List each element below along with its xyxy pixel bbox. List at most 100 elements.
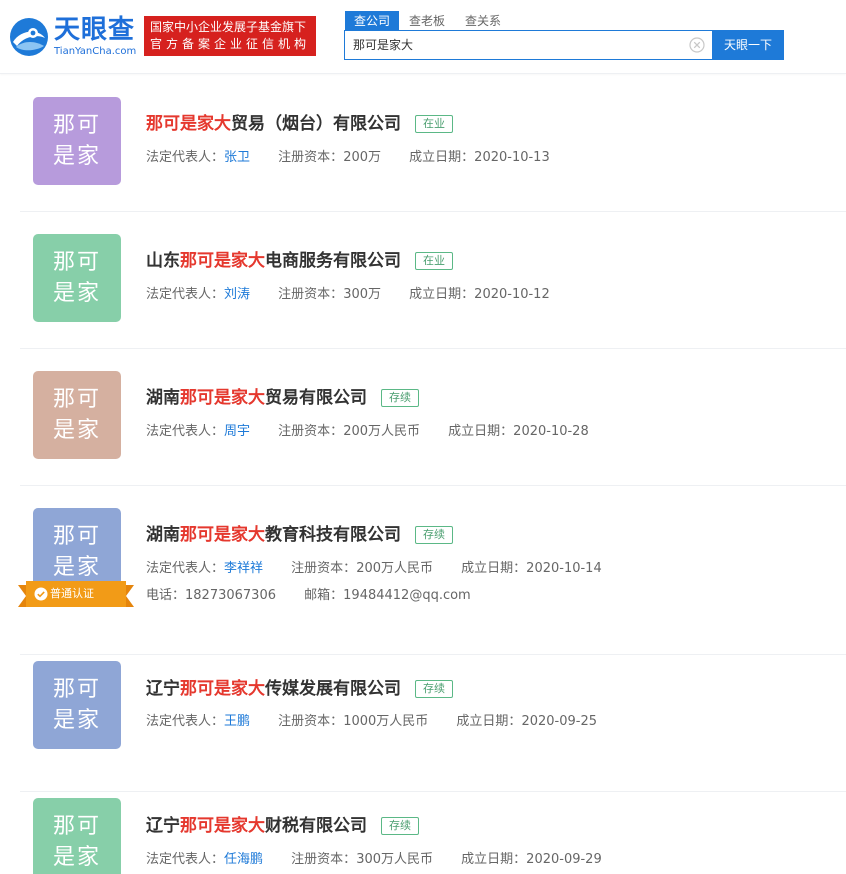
name-prefix: 湖南 [146,525,180,545]
avatar-text-line2: 是家 [52,144,101,169]
founded-field: 成立日期：2020-10-14 [461,561,602,576]
founded-field: 成立日期：2020-09-25 [456,714,597,729]
capital-label: 注册资本： [278,287,344,302]
founded-field: 成立日期：2020-10-28 [448,424,589,439]
legal-rep-label: 法定代表人： [146,561,225,576]
company-name-link[interactable]: 那可是家大贸易（烟台）有限公司 在业 [146,112,453,136]
status-badge: 在业 [415,115,453,133]
company-avatar[interactable]: 那可 是家 [33,798,121,874]
phone-value[interactable]: 18273067306 [185,588,276,603]
founded-field: 成立日期：2020-10-13 [409,150,550,165]
search-button[interactable]: 天眼一下 [712,30,784,60]
gov-badge-line1: 国家中小企业发展子基金旗下 [150,20,307,34]
tianyancha-logo[interactable]: 天眼查 TianYanCha.com [8,12,136,62]
founded-label: 成立日期： [409,150,475,165]
legal-rep-label: 法定代表人： [146,714,225,729]
avatar-text-line2: 是家 [52,708,101,733]
capital-field: 注册资本：300万人民币 [291,852,433,867]
avatar-text-line2: 是家 [52,281,101,306]
gov-badge-line2: 官方备案企业征信机构 [150,37,311,51]
name-suffix: 传媒发展有限公司 [265,679,401,699]
avatar-text-line1: 那可 [52,250,101,275]
info-row: 法定代表人：任海鹏 注册资本：300万人民币 成立日期：2020-09-29 [146,851,626,869]
clear-icon[interactable] [689,37,705,53]
ribbon-tail-right [126,585,134,607]
legal-rep-label: 法定代表人： [146,287,225,302]
legal-rep-field: 法定代表人：刘涛 [146,287,250,302]
logo-domain: TianYanCha.com [54,46,137,57]
name-highlight: 那可是家大 [180,679,265,699]
name-highlight: 那可是家大 [180,388,265,408]
name-highlight: 那可是家大 [146,114,231,134]
name-prefix: 湖南 [146,388,180,408]
legal-rep-field: 法定代表人：王鹏 [146,714,250,729]
info-row: 法定代表人：刘涛 注册资本：300万 成立日期：2020-10-12 [146,286,574,304]
capital-field: 注册资本：200万人民币 [278,424,420,439]
founded-label: 成立日期： [461,561,527,576]
avatar-text-line1: 那可 [52,113,101,138]
capital-field: 注册资本：300万 [278,287,381,302]
capital-value: 200万 [343,150,382,165]
legal-rep-link[interactable]: 李祥祥 [224,561,263,576]
result-item: 那可 是家 辽宁那可是家大财税有限公司 存续 法定代表人：任海鹏 注册资本：300… [20,775,846,874]
legal-rep-field: 法定代表人：张卫 [146,150,250,165]
company-name-link[interactable]: 湖南那可是家大贸易有限公司 存续 [146,386,419,410]
company-avatar[interactable]: 那可 是家 [33,97,121,185]
avatar-text-line1: 那可 [52,814,101,839]
legal-rep-link[interactable]: 周宇 [224,424,250,439]
avatar-text-line1: 那可 [52,524,101,549]
founded-value: 2020-10-12 [474,287,550,302]
tab-boss[interactable]: 查老板 [399,11,455,31]
founded-value: 2020-10-28 [513,424,589,439]
legal-rep-field: 法定代表人：周宇 [146,424,250,439]
founded-field: 成立日期：2020-10-12 [409,287,550,302]
founded-label: 成立日期： [461,852,527,867]
capital-label: 注册资本： [291,561,357,576]
gov-badge: 国家中小企业发展子基金旗下 官方备案企业征信机构 [144,16,316,56]
founded-value: 2020-09-25 [521,714,597,729]
contact-row: 电话：18273067306 邮箱：19484412@qq.com [146,587,495,605]
name-suffix: 贸易有限公司 [265,388,367,408]
company-name-link[interactable]: 辽宁那可是家大财税有限公司 存续 [146,814,419,838]
name-prefix: 辽宁 [146,816,180,836]
legal-rep-label: 法定代表人： [146,150,225,165]
result-item: 那可 是家 湖南那可是家大贸易有限公司 存续 法定代表人：周宇 注册资本：200万… [20,348,846,486]
name-suffix: 财税有限公司 [265,816,367,836]
company-name-link[interactable]: 湖南那可是家大教育科技有限公司 存续 [146,523,453,547]
info-row: 法定代表人：王鹏 注册资本：1000万人民币 成立日期：2020-09-25 [146,713,621,731]
certification-badge: 普通认证 [18,581,134,607]
name-suffix: 电商服务有限公司 [265,251,401,271]
company-avatar[interactable]: 那可 是家 [33,661,121,749]
status-badge: 存续 [415,680,453,698]
founded-value: 2020-10-14 [526,561,602,576]
status-badge: 存续 [381,389,419,407]
capital-label: 注册资本： [278,424,344,439]
phone-label: 电话： [146,588,186,603]
search-tabs: 查公司 查老板 查关系 [345,11,511,31]
legal-rep-field: 法定代表人：李祥祥 [146,561,263,576]
legal-rep-link[interactable]: 张卫 [224,150,250,165]
name-prefix: 山东 [146,251,180,271]
name-suffix: 教育科技有限公司 [265,525,401,545]
legal-rep-link[interactable]: 任海鹏 [224,852,263,867]
legal-rep-link[interactable]: 王鹏 [224,714,250,729]
email-value[interactable]: 19484412@qq.com [343,588,471,603]
search-input[interactable]: 那可是家大 [344,30,714,60]
name-prefix: 辽宁 [146,679,180,699]
company-avatar[interactable]: 那可 是家 [33,371,121,459]
check-circle-icon [34,587,48,601]
company-name-link[interactable]: 山东那可是家大电商服务有限公司 在业 [146,249,453,273]
result-item: 那可 是家 辽宁那可是家大传媒发展有限公司 存续 法定代表人：王鹏 注册资本：10… [20,654,846,792]
capital-value: 1000万人民币 [343,714,429,729]
name-highlight: 那可是家大 [180,251,265,271]
tab-company[interactable]: 查公司 [345,11,400,31]
legal-rep-link[interactable]: 刘涛 [224,287,250,302]
company-name-link[interactable]: 辽宁那可是家大传媒发展有限公司 存续 [146,677,453,701]
tab-relation[interactable]: 查关系 [455,11,511,31]
eye-logo-icon [10,18,48,56]
company-avatar[interactable]: 那可 是家 [33,234,121,322]
capital-value: 200万人民币 [356,561,434,576]
info-row: 法定代表人：周宇 注册资本：200万人民币 成立日期：2020-10-28 [146,423,613,441]
info-row: 法定代表人：张卫 注册资本：200万 成立日期：2020-10-13 [146,149,574,167]
status-badge: 在业 [415,252,453,270]
